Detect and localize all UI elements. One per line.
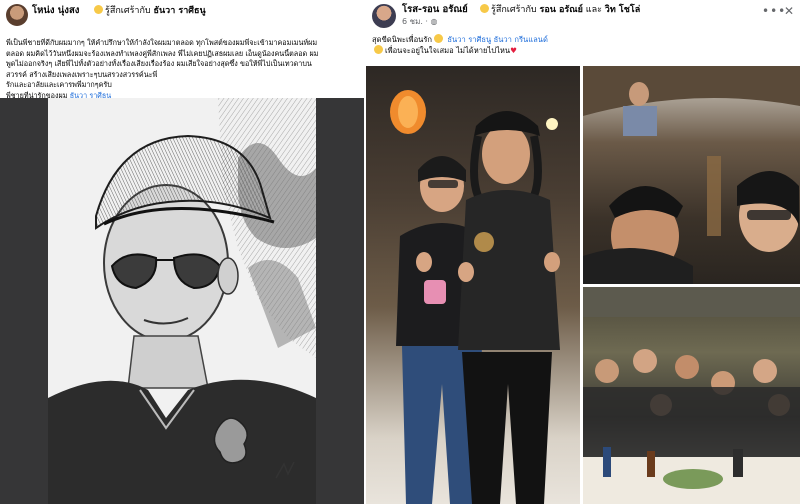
- right-caption: สุดขีดนิพะเพื่อนรัก ธันวา ราศีธนู ธันวา …: [372, 34, 796, 56]
- friends-photo-bottom-right[interactable]: [583, 287, 800, 504]
- right-author-name[interactable]: โรส-รอน อรัณย์: [402, 4, 468, 16]
- left-post: โหน่ง นุ่งสง รู้สึกเศร้ากับ ธันวา ราศีธน…: [0, 0, 364, 504]
- friends-photo-top-right[interactable]: [583, 66, 800, 284]
- left-post-header: โหน่ง นุ่งสง รู้สึกเศร้ากับ ธันวา ราศีธน…: [0, 0, 364, 30]
- right-caption-line1: สุดขีดนิพะเพื่อนรัก ธันวา ราศีธนู ธันวา …: [372, 34, 796, 45]
- heart-icon: ♥: [510, 46, 517, 55]
- friends-photo-bottom-right-image: [583, 287, 800, 504]
- caption-line: รักและอาลัยและเคารพพี่มากๆครับ: [6, 80, 112, 89]
- sad-face-emoji-icon: [480, 4, 489, 13]
- left-feeling-with[interactable]: ธันวา ราศีธนู: [154, 6, 206, 16]
- caption-line: พูดไม่ออกจริงๆ เสียพี่ไปทั้งตัวอย่างทั้ง…: [6, 59, 312, 68]
- right-caption-line2: เพื่อนจะอยู่ในใจเสมอ ไม่ได้หายไปไหน♥: [372, 45, 796, 56]
- right-feeling-with2[interactable]: วิท โชโล่: [605, 5, 640, 15]
- caption-line: ตลอด ผมคิดไว้วันหนึ่งผมจะร้องเพลงทำเพลงค…: [6, 48, 319, 58]
- right-feeling-prefix: รู้สึกเศร้ากับ: [491, 5, 537, 15]
- left-author-avatar[interactable]: [6, 4, 28, 26]
- right-feeling-and: และ: [585, 5, 602, 15]
- right-feeling: รู้สึกเศร้ากับ รอน อรัณย์ และ วิท โชโล่: [478, 4, 640, 16]
- left-feeling: รู้สึกเศร้ากับ ธันวา ราศีธนู: [92, 5, 206, 17]
- right-feeling-with[interactable]: รอน อรัณย์: [540, 5, 583, 15]
- sketch-portrait-photo[interactable]: [48, 98, 316, 504]
- right-post: โรส-รอน อรัณย์ รู้สึกเศร้ากับ รอน อรัณย์…: [364, 0, 800, 504]
- left-author-name[interactable]: โหน่ง นุ่งสง: [32, 5, 79, 17]
- sad-face-emoji-icon: [434, 34, 443, 43]
- right-post-header: โรส-รอน อรัณย์ รู้สึกเศร้ากับ รอน อรัณย์…: [364, 0, 800, 30]
- sad-face-emoji-icon: [94, 5, 103, 14]
- friends-photo-top-right-image: [583, 66, 800, 284]
- left-photo-frame: [0, 98, 364, 504]
- left-caption: พี่เป็นพี่ชายที่ดีกับผมมากๆ ให้คำปรึกษาใ…: [6, 38, 360, 101]
- right-caption-line2-text: เพื่อนจะอยู่ในใจเสมอ ไม่ได้หายไปไหน: [385, 46, 511, 55]
- right-author-avatar[interactable]: [372, 4, 396, 28]
- caption-line: สวรรค์ สร้างเสียงเพลงเพราะๆบนสรวงสวรรค์น…: [6, 69, 158, 79]
- right-caption-line1-text: สุดขีดนิพะเพื่อนรัก: [372, 35, 432, 44]
- friends-photo-main[interactable]: [366, 66, 580, 504]
- friends-photo-main-image: [390, 90, 560, 504]
- post-time[interactable]: 6 ชม.: [402, 17, 423, 26]
- left-feeling-prefix: รู้สึกเศร้ากับ: [105, 6, 151, 16]
- sad-face-emoji-icon: [374, 45, 383, 54]
- right-caption-tags[interactable]: ธันวา ราศีธนู ธันวา กรีนแลนด์: [447, 35, 547, 44]
- caption-line: พี่เป็นพี่ชายที่ดีกับผมมากๆ ให้คำปรึกษาใ…: [6, 38, 318, 47]
- globe-icon: ◍: [430, 17, 438, 26]
- more-horizontal-icon[interactable]: •••: [762, 4, 786, 18]
- sketch-portrait-image: [48, 98, 316, 504]
- post-meta: 6 ชม. · ◍: [402, 17, 438, 26]
- close-icon[interactable]: ✕: [784, 4, 794, 18]
